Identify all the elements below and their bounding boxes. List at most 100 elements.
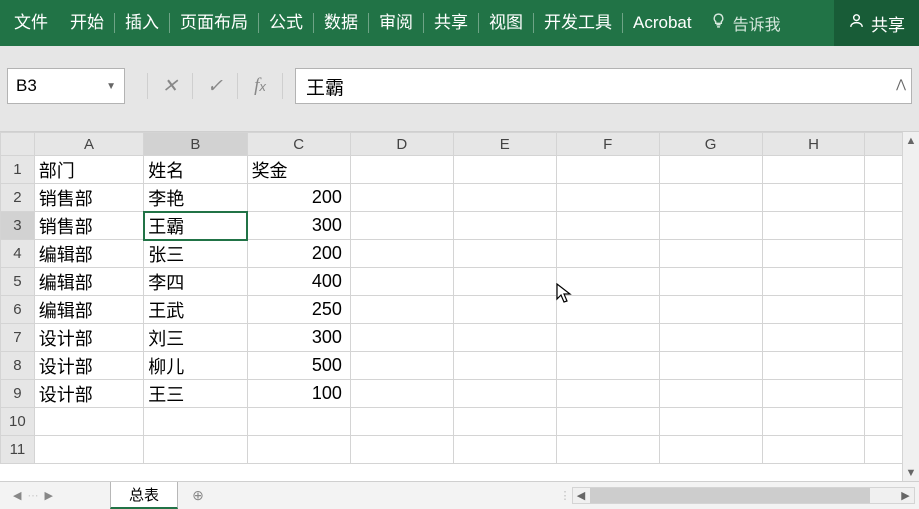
cell[interactable]: 销售部 <box>34 212 143 240</box>
cell[interactable]: 王霸 <box>144 212 247 240</box>
cell[interactable] <box>350 212 453 240</box>
sheet-tab[interactable]: 总表 <box>110 482 178 509</box>
cell[interactable] <box>659 408 762 436</box>
row-header-11[interactable]: 11 <box>1 436 35 464</box>
cell[interactable] <box>556 352 659 380</box>
cell[interactable] <box>556 296 659 324</box>
ribbon-tab-3[interactable]: 公式 <box>261 0 311 46</box>
cell[interactable] <box>350 380 453 408</box>
tab-nav[interactable]: ◀ ⋯ ▶ <box>0 482 110 509</box>
cell[interactable]: 张三 <box>144 240 247 268</box>
cell[interactable] <box>247 408 350 436</box>
cell[interactable] <box>453 380 556 408</box>
cell[interactable] <box>659 380 762 408</box>
scroll-up-icon[interactable]: ▲ <box>903 132 919 149</box>
cell[interactable]: 编辑部 <box>34 268 143 296</box>
cell[interactable] <box>556 408 659 436</box>
cell[interactable] <box>453 436 556 464</box>
cell[interactable] <box>350 436 453 464</box>
row-header-4[interactable]: 4 <box>1 240 35 268</box>
cell[interactable]: 王武 <box>144 296 247 324</box>
cell[interactable] <box>556 268 659 296</box>
cell[interactable]: 刘三 <box>144 324 247 352</box>
cell[interactable] <box>659 436 762 464</box>
cell[interactable]: 设计部 <box>34 352 143 380</box>
col-header-G[interactable]: G <box>659 133 762 156</box>
col-header-D[interactable]: D <box>350 133 453 156</box>
cell[interactable] <box>762 352 865 380</box>
cell[interactable]: 200 <box>247 184 350 212</box>
share-button[interactable]: 共享 <box>834 0 919 46</box>
cell[interactable] <box>350 324 453 352</box>
cell[interactable] <box>34 408 143 436</box>
row-header-9[interactable]: 9 <box>1 380 35 408</box>
ribbon-tab-1[interactable]: 插入 <box>117 0 167 46</box>
vertical-scrollbar[interactable]: ▲ ▼ <box>902 132 919 481</box>
cell[interactable] <box>453 212 556 240</box>
cell[interactable]: 300 <box>247 324 350 352</box>
cell[interactable] <box>659 156 762 184</box>
cell[interactable] <box>453 408 556 436</box>
cell[interactable]: 柳儿 <box>144 352 247 380</box>
cell[interactable] <box>453 324 556 352</box>
enter-formula-button[interactable]: ✓ <box>193 68 237 104</box>
cell[interactable]: 部门 <box>34 156 143 184</box>
row-header-3[interactable]: 3 <box>1 212 35 240</box>
cell[interactable]: 销售部 <box>34 184 143 212</box>
cell[interactable] <box>350 408 453 436</box>
col-header-E[interactable]: E <box>453 133 556 156</box>
cell[interactable] <box>762 436 865 464</box>
cell[interactable] <box>453 296 556 324</box>
new-sheet-button[interactable]: ⊕ <box>178 482 218 509</box>
cell[interactable] <box>453 184 556 212</box>
cell[interactable] <box>556 324 659 352</box>
name-box[interactable]: B3 ▼ <box>7 68 125 104</box>
cell[interactable]: 500 <box>247 352 350 380</box>
row-header-8[interactable]: 8 <box>1 352 35 380</box>
ribbon-tab-8[interactable]: 开发工具 <box>536 0 620 46</box>
cell[interactable]: 编辑部 <box>34 296 143 324</box>
cell[interactable] <box>556 240 659 268</box>
cell[interactable] <box>659 240 762 268</box>
cell[interactable]: 李四 <box>144 268 247 296</box>
ribbon-tab-4[interactable]: 数据 <box>316 0 366 46</box>
cell[interactable] <box>556 380 659 408</box>
nav-last-icon[interactable]: ▶ <box>44 489 52 502</box>
scroll-down-icon[interactable]: ▼ <box>903 464 919 481</box>
cell[interactable] <box>762 324 865 352</box>
cell[interactable] <box>350 268 453 296</box>
cell[interactable] <box>659 268 762 296</box>
cell[interactable] <box>762 268 865 296</box>
ribbon-tab-2[interactable]: 页面布局 <box>172 0 256 46</box>
cell[interactable] <box>556 212 659 240</box>
cell[interactable]: 300 <box>247 212 350 240</box>
ribbon-tab-7[interactable]: 视图 <box>481 0 531 46</box>
row-header-2[interactable]: 2 <box>1 184 35 212</box>
cell[interactable] <box>453 352 556 380</box>
scroll-thumb[interactable] <box>590 488 870 503</box>
cell[interactable]: 设计部 <box>34 324 143 352</box>
fx-button[interactable]: fx <box>238 68 282 104</box>
cell[interactable] <box>762 240 865 268</box>
nav-first-icon[interactable]: ◀ <box>13 489 21 502</box>
col-header-C[interactable]: C <box>247 133 350 156</box>
cell[interactable] <box>762 296 865 324</box>
chevron-down-icon[interactable]: ▼ <box>106 81 116 92</box>
cell[interactable] <box>247 436 350 464</box>
cell[interactable]: 100 <box>247 380 350 408</box>
cell[interactable] <box>556 156 659 184</box>
cell[interactable]: 王三 <box>144 380 247 408</box>
cell[interactable] <box>659 296 762 324</box>
cell[interactable] <box>762 184 865 212</box>
cell[interactable] <box>762 380 865 408</box>
cell[interactable] <box>144 408 247 436</box>
expand-formula-icon[interactable]: ⋀ <box>896 77 906 91</box>
cell[interactable] <box>453 240 556 268</box>
scroll-left-icon[interactable]: ◀ <box>573 489 590 502</box>
cell[interactable] <box>144 436 247 464</box>
col-header-B[interactable]: B <box>144 133 247 156</box>
row-header-1[interactable]: 1 <box>1 156 35 184</box>
row-header-6[interactable]: 6 <box>1 296 35 324</box>
col-header-H[interactable]: H <box>762 133 865 156</box>
ribbon-tab-9[interactable]: Acrobat <box>625 0 700 46</box>
